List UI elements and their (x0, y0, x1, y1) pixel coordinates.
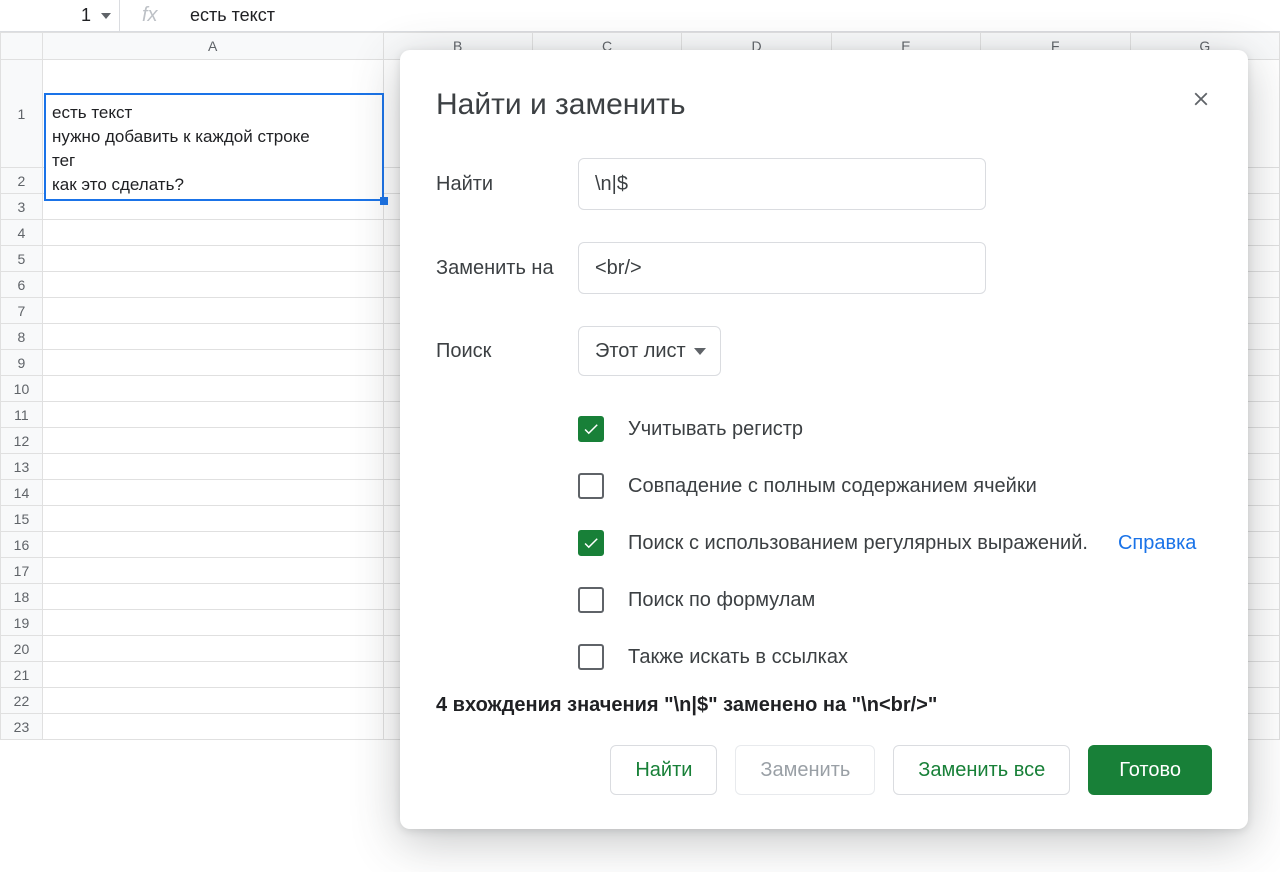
find-button[interactable]: Найти (610, 745, 717, 795)
cell[interactable] (42, 246, 383, 272)
replace-input[interactable] (578, 242, 986, 294)
find-replace-dialog: Найти и заменить Найти Заменить на Поиск… (400, 50, 1248, 829)
formula-input[interactable]: есть текст (180, 5, 1280, 26)
search-scope-select[interactable]: Этот лист (578, 326, 721, 376)
replace-button[interactable]: Заменить (735, 745, 875, 795)
chevron-down-icon (694, 348, 706, 355)
close-icon (1190, 88, 1212, 110)
formulas-checkbox[interactable] (578, 587, 604, 613)
cell[interactable] (42, 610, 383, 636)
column-header-a[interactable]: A (42, 33, 383, 60)
formula-bar: 1 fx есть текст (0, 0, 1280, 32)
status-message: 4 вхождения значения "\n|$" заменено на … (436, 694, 1212, 717)
regex-label: Поиск с использованием регулярных выраже… (628, 532, 1088, 555)
cell[interactable] (42, 662, 383, 688)
name-box[interactable]: 1 (0, 0, 120, 32)
replace-label: Заменить на (436, 257, 578, 280)
row-header[interactable]: 6 (1, 272, 43, 298)
row-header[interactable]: 8 (1, 324, 43, 350)
find-input[interactable] (578, 158, 986, 210)
cell[interactable] (42, 402, 383, 428)
search-scope-label: Поиск (436, 340, 578, 363)
cell[interactable] (42, 454, 383, 480)
row-header[interactable]: 19 (1, 610, 43, 636)
row-header[interactable]: 15 (1, 506, 43, 532)
row-header[interactable]: 2 (1, 168, 43, 194)
row-header[interactable]: 18 (1, 584, 43, 610)
dialog-title: Найти и заменить (436, 88, 685, 122)
row-header[interactable]: 20 (1, 636, 43, 662)
match-entire-label: Совпадение с полным содержанием ячейки (628, 475, 1037, 498)
cell[interactable] (42, 506, 383, 532)
row-header[interactable]: 21 (1, 662, 43, 688)
row-header[interactable]: 13 (1, 454, 43, 480)
selection-handle[interactable] (380, 197, 388, 205)
cell[interactable] (42, 558, 383, 584)
corner-cell[interactable] (1, 33, 43, 60)
formulas-label: Поиск по формулам (628, 589, 815, 612)
row-header[interactable]: 14 (1, 480, 43, 506)
links-label: Также искать в ссылках (628, 646, 848, 669)
done-button[interactable]: Готово (1088, 745, 1212, 795)
cell[interactable] (42, 298, 383, 324)
links-checkbox[interactable] (578, 644, 604, 670)
find-label: Найти (436, 173, 578, 196)
row-header[interactable]: 3 (1, 194, 43, 220)
cell[interactable] (42, 532, 383, 558)
cell[interactable] (42, 428, 383, 454)
row-header[interactable]: 12 (1, 428, 43, 454)
row-header[interactable]: 9 (1, 350, 43, 376)
dropdown-icon (101, 13, 111, 19)
search-scope-value: Этот лист (595, 340, 686, 363)
row-header[interactable]: 23 (1, 714, 43, 740)
cell[interactable] (42, 272, 383, 298)
cell[interactable] (42, 688, 383, 714)
row-header[interactable]: 10 (1, 376, 43, 402)
row-header[interactable]: 11 (1, 402, 43, 428)
active-cell-a1[interactable]: есть текст нужно добавить к каждой строк… (44, 93, 384, 201)
row-header[interactable]: 17 (1, 558, 43, 584)
row-header[interactable]: 16 (1, 532, 43, 558)
replace-all-button[interactable]: Заменить все (893, 745, 1070, 795)
cell[interactable] (42, 350, 383, 376)
cell[interactable] (42, 714, 383, 740)
row-header[interactable]: 4 (1, 220, 43, 246)
row-header[interactable]: 5 (1, 246, 43, 272)
row-header[interactable]: 22 (1, 688, 43, 714)
name-box-value: 1 (81, 5, 91, 26)
regex-help-link[interactable]: Справка (1118, 532, 1196, 555)
cell[interactable] (42, 584, 383, 610)
cell[interactable] (42, 324, 383, 350)
row-header[interactable]: 1 (1, 60, 43, 168)
close-button[interactable] (1190, 88, 1212, 115)
cell[interactable] (42, 376, 383, 402)
row-header[interactable]: 7 (1, 298, 43, 324)
match-case-label: Учитывать регистр (628, 418, 803, 441)
cell[interactable] (42, 480, 383, 506)
match-entire-checkbox[interactable] (578, 473, 604, 499)
cell[interactable] (42, 636, 383, 662)
fx-icon: fx (120, 4, 180, 27)
match-case-checkbox[interactable] (578, 416, 604, 442)
cell[interactable] (42, 220, 383, 246)
regex-checkbox[interactable] (578, 530, 604, 556)
